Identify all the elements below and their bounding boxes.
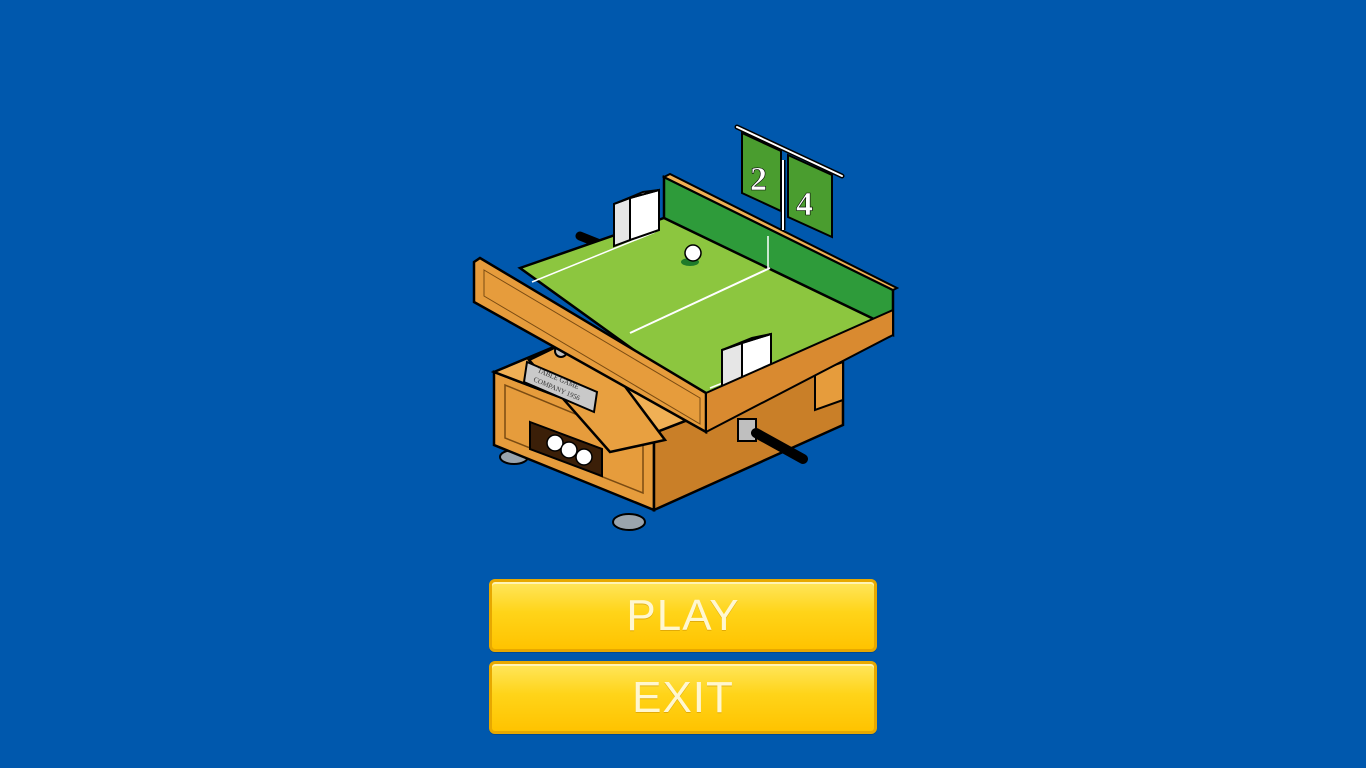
play-button[interactable]: PLAY (489, 579, 877, 652)
table-game-illustration: TABLE GAME COMPANY 1956 2 4 (472, 124, 900, 531)
ball-3 (575, 448, 593, 466)
ball-2 (560, 441, 578, 459)
play-button-label: PLAY (626, 590, 740, 640)
exit-button[interactable]: EXIT (489, 661, 877, 734)
main-menu-screen: TABLE GAME COMPANY 1956 2 4 PLAY EXIT (0, 0, 1366, 768)
table-ball (684, 244, 702, 262)
score-right: 4 (796, 186, 813, 223)
foot-front (612, 513, 646, 531)
paddle-left-front (613, 196, 631, 248)
exit-button-label: EXIT (632, 672, 734, 722)
score-left: 2 (750, 161, 767, 198)
